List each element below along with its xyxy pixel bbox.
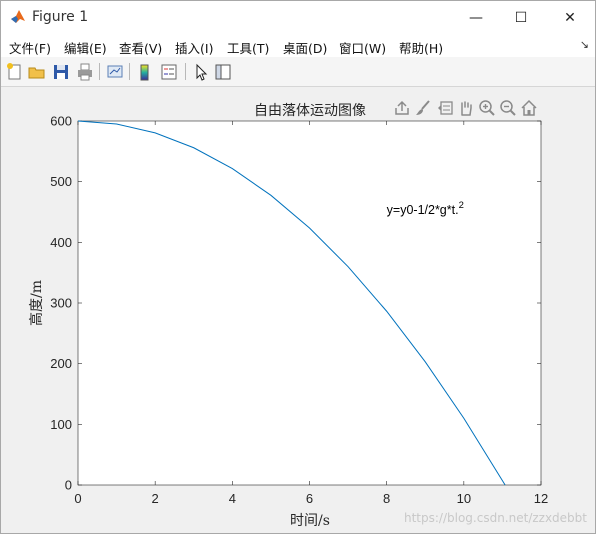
toolbar-separator [99,63,100,80]
menu-file[interactable]: 文件(F) [9,38,51,57]
pan-icon[interactable] [457,99,475,117]
equation-exponent: 2 [459,200,464,211]
dock-arrow-icon[interactable]: ↘ [580,38,589,51]
x-axis-label: 时间/s [290,513,330,529]
title-bar[interactable]: Figure 1 — ☐ ✕ [1,1,595,34]
equation-text: y=y0-1/2*g*t. [387,203,459,217]
watermark: https://blog.csdn.net/zzxdebbt [404,511,587,525]
y-tick-label: 400 [50,235,72,250]
x-tick-label: 10 [457,491,471,506]
menu-window[interactable]: 窗口(W) [339,38,386,57]
matlab-logo-icon [11,10,25,23]
brush-icon[interactable] [414,99,432,117]
equation-annotation: y=y0-1/2*g*t.2 [387,200,464,217]
y-tick-label: 200 [50,356,72,371]
x-tick-label: 8 [383,491,390,506]
y-axis-label: 高度/m [28,280,45,326]
y-tick-label: 600 [50,114,72,129]
x-tick-label: 6 [306,491,313,506]
menu-view[interactable]: 查看(V) [119,38,162,57]
y-tick-label: 300 [50,296,72,311]
minimize-button[interactable]: — [453,1,499,34]
x-tick-label: 12 [534,491,548,506]
menu-help[interactable]: 帮助(H) [399,38,443,57]
y-tick-label: 100 [50,417,72,432]
home-icon[interactable] [520,99,538,117]
toolbar-separator [129,63,130,80]
close-button[interactable]: ✕ [547,1,593,34]
figure-canvas: 自由落体运动图像 时间/s 高度/m 0 2 4 6 8 10 12 0 100 200 300 40… [1,87,595,533]
figure-toolbar [1,57,595,87]
menu-insert[interactable]: 插入(I) [175,38,213,57]
menu-desktop[interactable]: 桌面(D) [283,38,327,57]
data-tips-icon[interactable] [436,99,454,117]
maximize-button[interactable]: ☐ [498,1,544,34]
window-title: Figure 1 [32,9,89,25]
y-tick-label: 500 [50,174,72,189]
zoom-in-icon[interactable] [478,99,496,117]
x-tick-label: 4 [229,491,236,506]
open-file-icon[interactable] [27,62,47,82]
menu-bar: 文件(F) 编辑(E) 查看(V) 插入(I) 工具(T) 桌面(D) 窗口(W… [1,34,595,57]
new-figure-icon[interactable] [5,62,25,82]
menu-tools[interactable]: 工具(T) [227,38,269,57]
chart-title: 自由落体运动图像 [254,103,366,119]
legend-icon[interactable] [159,62,179,82]
menu-edit[interactable]: 编辑(E) [64,38,107,57]
x-tick-label: 2 [152,491,159,506]
plot-svg: 自由落体运动图像 时间/s 高度/m 0 2 4 6 8 10 12 0 100 200 300 40… [28,103,548,529]
x-tick-label: 0 [74,491,81,506]
toolbar-separator [185,63,186,80]
edit-plot-icon[interactable] [191,62,211,82]
print-icon[interactable] [75,62,95,82]
axes-toolbar [393,99,543,119]
colorbar-icon[interactable] [135,62,155,82]
figure-window: Figure 1 — ☐ ✕ 文件(F) 编辑(E) 查看(V) 插入(I) 工… [0,0,596,534]
zoom-out-icon[interactable] [499,99,517,117]
property-inspector-icon[interactable] [213,62,233,82]
export-icon[interactable] [393,99,411,117]
y-tick-label: 0 [65,478,72,493]
link-plot-icon[interactable] [105,62,125,82]
save-icon[interactable] [51,62,71,82]
